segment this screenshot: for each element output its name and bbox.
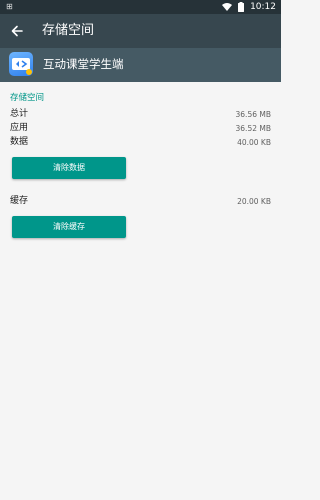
storage-row-label: 数据 — [10, 137, 29, 147]
page-title: 存储空间 — [42, 23, 95, 38]
app-name: 互动课堂学生端 — [43, 57, 124, 71]
app-bar: 存储空间 — [0, 14, 281, 48]
storage-row-value: 36.56 MB — [235, 110, 271, 119]
storage-section-header: 存储空间 — [10, 93, 45, 103]
clear-cache-button[interactable]: 清除缓存 — [12, 216, 126, 238]
clear-data-button[interactable]: 清除数据 — [12, 157, 126, 179]
cache-row: 缓存 20.00 KB — [10, 195, 271, 208]
storage-row-data: 数据 40.00 KB — [10, 136, 271, 149]
status-bar: ⊞ 10:12 — [0, 0, 281, 14]
storage-row-label: 总计 — [10, 109, 29, 119]
clock: 10:12 — [250, 2, 276, 12]
status-icons: 10:12 — [222, 0, 276, 14]
battery-icon — [236, 2, 246, 12]
back-arrow-icon — [11, 25, 23, 37]
storage-row-value: 40.00 KB — [237, 138, 271, 147]
app-logo-icon — [9, 52, 33, 76]
cache-value: 20.00 KB — [237, 197, 271, 206]
storage-row-label: 应用 — [10, 123, 29, 133]
back-button[interactable] — [4, 18, 30, 44]
wifi-icon — [222, 2, 233, 12]
storage-row-value: 36.52 MB — [235, 124, 271, 133]
notification-icon: ⊞ — [6, 2, 13, 11]
cache-label: 缓存 — [10, 196, 29, 206]
app-header: 互动课堂学生端 — [0, 48, 281, 82]
storage-row-total: 总计 36.56 MB — [10, 108, 271, 121]
storage-row-app: 应用 36.52 MB — [10, 122, 271, 135]
